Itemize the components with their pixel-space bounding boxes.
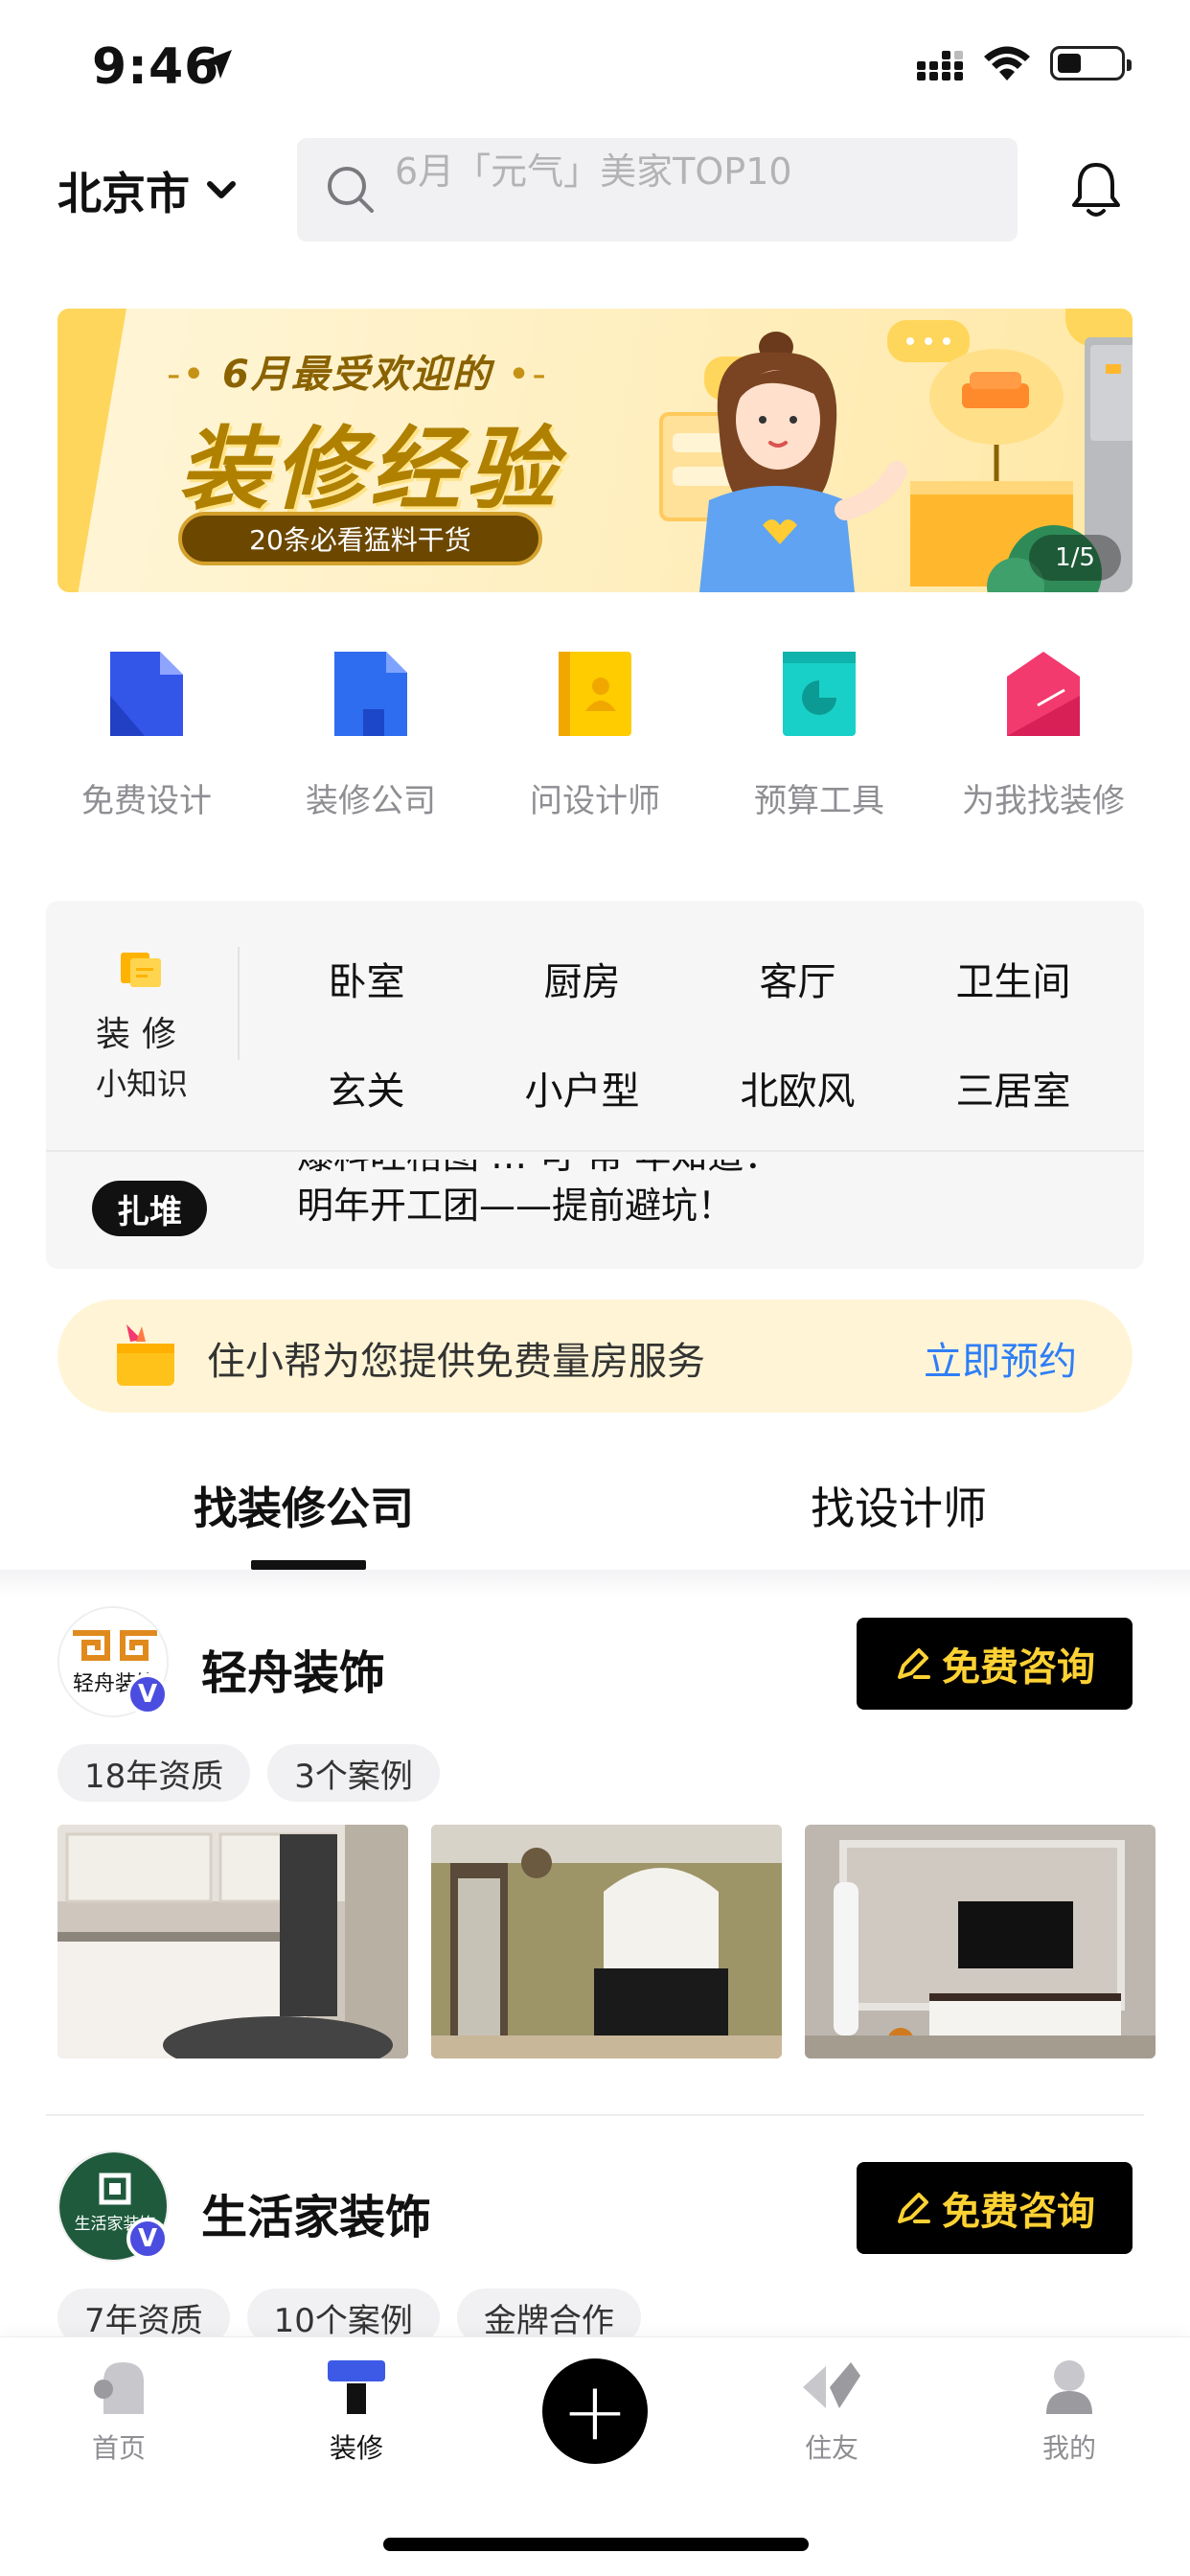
- paint-roller-icon: [328, 2360, 385, 2414]
- status-bar: 9:46: [0, 0, 1190, 125]
- edit-pen-icon: [898, 2193, 930, 2223]
- quick-link-find-decoration[interactable]: 为我找装修: [931, 648, 1156, 821]
- nav-profile[interactable]: 我的: [1002, 2358, 1136, 2466]
- profile-icon: [1046, 2360, 1092, 2414]
- folder-note-icon: [121, 953, 161, 987]
- quick-link-budget-tool[interactable]: 预算工具: [707, 648, 931, 821]
- promo-text: 住小帮为您提供免费量房服务: [207, 1340, 705, 1384]
- home-indicator: [383, 2538, 809, 2551]
- company-tag: 3个案例: [267, 1744, 440, 1802]
- banner-page-indicator: 1/5: [1029, 535, 1121, 581]
- chevron-down-icon: [207, 181, 236, 198]
- quick-link-free-design[interactable]: 免费设计: [34, 648, 259, 821]
- gift-box-icon: [117, 1324, 174, 1386]
- company-case-photos: [57, 1825, 1156, 2058]
- case-photo-tv-wall[interactable]: [805, 1825, 1156, 2058]
- ticker-line: 爆料旺格图 … 可 帮 年知道：: [297, 1160, 872, 1181]
- knowledge-title[interactable]: 装修 小知识: [46, 949, 238, 1131]
- consult-label: 免费咨询: [942, 2190, 1095, 2234]
- quick-link-label: 预算工具: [754, 782, 884, 820]
- verified-badge-icon: V: [126, 1673, 169, 1715]
- quick-link-label: 为我找装修: [962, 782, 1125, 820]
- quick-link-label: 免费设计: [81, 782, 212, 820]
- quick-link-label: 问设计师: [530, 782, 660, 820]
- knowledge-tag-grid: 卧室 厨房 客厅 卫生间 玄关 小户型 北欧风 三居室: [259, 951, 1121, 1116]
- verified-badge-icon: V: [126, 2218, 169, 2260]
- city-selector[interactable]: 北京市: [57, 159, 236, 222]
- banner-subtitle: -• 6月最受欢迎的 •-: [167, 353, 548, 397]
- knowledge-tag[interactable]: 小户型: [474, 1060, 690, 1116]
- knowledge-tag[interactable]: 卫生间: [905, 951, 1121, 1006]
- search-input[interactable]: 6月「元气」美家TOP10: [297, 138, 1018, 242]
- designer-card-icon: [549, 648, 641, 740]
- banner-pill: 20条必看猛料干货: [178, 512, 542, 565]
- nav-home[interactable]: 首页: [52, 2358, 186, 2466]
- quick-links: 免费设计 装修公司 问设计师 预算工具 为我找装修: [34, 648, 1156, 821]
- active-tab-indicator: [251, 1560, 366, 1570]
- search-icon: [328, 167, 374, 213]
- nav-friends[interactable]: 住友: [765, 2358, 899, 2466]
- nav-label: 装修: [329, 2432, 383, 2464]
- knowledge-tag[interactable]: 玄关: [259, 1060, 474, 1116]
- nav-decoration[interactable]: 装修: [289, 2358, 423, 2466]
- house-ruler-icon: [997, 648, 1089, 740]
- notification-bell-icon[interactable]: [1069, 159, 1123, 218]
- book-now-link[interactable]: 立即预约: [924, 1330, 1077, 1386]
- quick-link-decoration-company[interactable]: 装修公司: [259, 648, 483, 821]
- knowledge-tag[interactable]: 卧室: [259, 951, 474, 1006]
- knowledge-title-line1: 装修: [95, 1015, 188, 1054]
- cellular-signal-icon: [917, 51, 963, 80]
- company-name[interactable]: 生活家装饰: [201, 2179, 431, 2246]
- knowledge-tag[interactable]: 三居室: [905, 1060, 1121, 1116]
- consult-label: 免费咨询: [942, 1645, 1095, 1690]
- tab-find-company[interactable]: 找装修公司: [194, 1474, 414, 1537]
- knowledge-title-line2: 小知识: [95, 1066, 188, 1102]
- free-consult-button[interactable]: 免费咨询: [857, 1618, 1133, 1710]
- trending-badge: 扎堆: [92, 1181, 207, 1236]
- case-photo-living-room[interactable]: [431, 1825, 782, 2058]
- company-tag: 18年资质: [57, 1744, 251, 1802]
- ticker-line: 明年开工团——提前避坑！: [297, 1184, 735, 1227]
- news-ticker[interactable]: 爆料旺格图 … 可 帮 年知道： 明年开工团——提前避坑！: [297, 1160, 872, 1255]
- budget-chart-icon: [773, 648, 865, 740]
- quick-link-label: 装修公司: [306, 782, 436, 820]
- city-label: 北京市: [57, 168, 190, 219]
- case-photo-kitchen[interactable]: [57, 1825, 408, 2058]
- divider: [46, 2114, 1144, 2116]
- wifi-icon: [984, 46, 1030, 80]
- location-arrow-icon: [203, 50, 232, 79]
- nav-label: 首页: [91, 2432, 146, 2464]
- nav-label: 我的: [1041, 2432, 1096, 2464]
- company-tags: 18年资质 3个案例: [57, 1744, 440, 1802]
- nav-label: 住友: [804, 2432, 858, 2464]
- knowledge-card: 装修 小知识 卧室 厨房 客厅 卫生间 玄关 小户型 北欧风 三居室 扎堆 爆料…: [46, 901, 1144, 1269]
- knowledge-tag[interactable]: 北欧风: [690, 1060, 905, 1116]
- building-icon: [325, 648, 417, 740]
- battery-icon: [1050, 46, 1132, 80]
- promo-banner[interactable]: -• 6月最受欢迎的 •- 装修经验 20条必看猛料干货 1/5: [57, 309, 1133, 592]
- create-post-button[interactable]: +: [542, 2358, 648, 2464]
- tab-shadow: [0, 1570, 1190, 1598]
- edit-pen-icon: [898, 1648, 930, 1679]
- knowledge-tag[interactable]: 厨房: [474, 951, 690, 1006]
- divider: [238, 947, 240, 1060]
- banner-decoration: [57, 309, 126, 592]
- company-name[interactable]: 轻舟装饰: [201, 1635, 385, 1702]
- tab-find-designer[interactable]: 找设计师: [811, 1474, 987, 1537]
- divider: [46, 1150, 1144, 1152]
- friends-icon: [803, 2362, 860, 2408]
- knowledge-tag[interactable]: 客厅: [690, 951, 905, 1006]
- free-measure-promo[interactable]: 住小帮为您提供免费量房服务 立即预约: [57, 1300, 1133, 1413]
- free-consult-button[interactable]: 免费咨询: [857, 2162, 1133, 2254]
- home-icon: [94, 2362, 144, 2414]
- search-placeholder: 6月「元气」美家TOP10: [395, 150, 792, 193]
- document-icon: [101, 648, 193, 740]
- quick-link-ask-designer[interactable]: 问设计师: [483, 648, 707, 821]
- banner-title: 装修经验: [178, 418, 562, 522]
- plus-icon: +: [561, 2364, 629, 2458]
